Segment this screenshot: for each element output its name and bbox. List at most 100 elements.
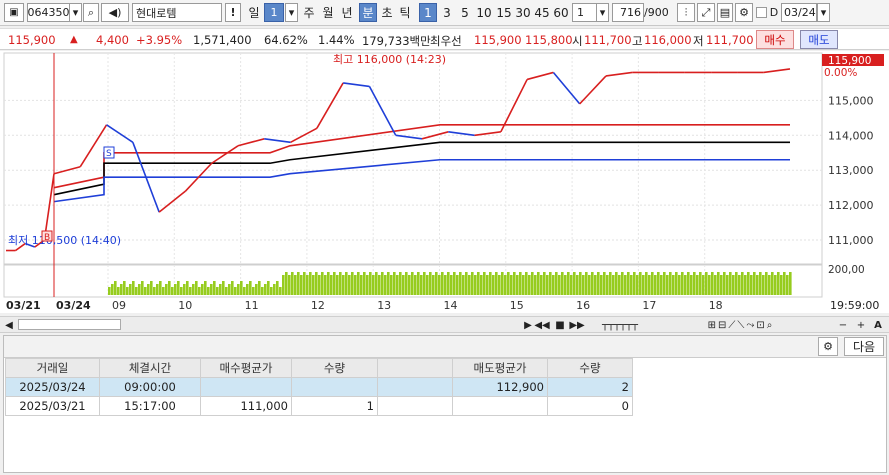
period-week-button[interactable]: 주 xyxy=(301,3,317,22)
price-chart[interactable]: 115,000 114,000 113,000 112,000 111,000 09 10… xyxy=(0,51,889,313)
save-icon[interactable]: ▤ xyxy=(717,3,733,22)
period-second-button[interactable]: 초 xyxy=(379,3,395,22)
trade-history-table: 거래일 체결시간 매수평균가 수량 매도평균가 수량 2025/03/24 09… xyxy=(5,358,633,416)
volume-bar xyxy=(420,275,423,295)
x-tick-label: 11 xyxy=(245,299,259,312)
code-dropdown-icon[interactable]: ▾ xyxy=(70,3,82,22)
table-row[interactable]: 2025/03/24 09:00:00 112,900 2 xyxy=(5,377,633,397)
rewind-icon[interactable]: ◀◀ xyxy=(534,318,549,332)
scroll-right-icon[interactable]: ▶ xyxy=(522,318,534,332)
play-icon[interactable]: ▶▶ xyxy=(569,318,584,332)
trade-amount: 179,733백만 xyxy=(362,34,431,48)
volume-bar xyxy=(669,272,672,295)
period-month-button[interactable]: 월 xyxy=(320,3,336,22)
minute-10-button[interactable]: 10 xyxy=(475,3,493,22)
search-icon[interactable]: ⌕ xyxy=(83,3,99,22)
minute-60-button[interactable]: 60 xyxy=(552,3,570,22)
volume-bar xyxy=(672,275,675,295)
low-price: 111,700 xyxy=(706,33,754,47)
minute-5-button[interactable]: 5 xyxy=(457,3,473,22)
stop-icon[interactable]: ■ xyxy=(554,318,566,332)
chart-svg[interactable]: 115,000 114,000 113,000 112,000 111,000 09 10… xyxy=(0,51,889,313)
chart-scroll-bar[interactable]: ◀ ▶ ◀◀ ■ ▶▶ ┬┬┬┬┬┬ ⊞⊟⟋⟍⤳⊡⌕ − + A xyxy=(0,316,889,333)
zoom-out-icon[interactable]: − xyxy=(838,318,848,332)
volume-bar xyxy=(147,284,150,295)
volume-bar xyxy=(234,287,237,295)
x-tick-label: 15 xyxy=(510,299,524,312)
settings-icon[interactable]: ⚙ xyxy=(735,3,753,22)
table-row[interactable]: 2025/03/21 15:17:00 111,000 1 0 xyxy=(5,396,633,416)
volume: 1,571,400 xyxy=(193,33,252,47)
cell-sell-qty: 0 xyxy=(547,396,633,416)
volume-bar xyxy=(108,287,111,295)
period-tick-button[interactable]: 틱 xyxy=(397,3,413,22)
volume-bar xyxy=(480,275,483,295)
period-num-field[interactable]: 1 xyxy=(264,3,284,22)
cell-sell-qty: 2 xyxy=(547,377,633,397)
next-button[interactable]: 다음 xyxy=(844,337,884,356)
minute-1-button[interactable]: 1 xyxy=(419,3,437,22)
volume-bar xyxy=(372,275,375,295)
volume-bar xyxy=(591,272,594,295)
ruler-tool-icon[interactable]: ┬┬┬┬┬┬ xyxy=(590,318,650,332)
volume-bar xyxy=(780,275,783,295)
stock-code-field[interactable]: 064350 xyxy=(27,3,70,22)
volume-bar xyxy=(609,272,612,295)
volume-bar xyxy=(738,275,741,295)
volume-bar xyxy=(720,275,723,295)
minute-30-button[interactable]: 30 xyxy=(514,3,532,22)
minute-45-button[interactable]: 45 xyxy=(533,3,551,22)
volume-bar xyxy=(582,275,585,295)
buy-button[interactable]: 매수 xyxy=(756,30,794,49)
period-dropdown-icon[interactable]: ▾ xyxy=(285,3,298,22)
volume-bar xyxy=(600,275,603,295)
volume-bar xyxy=(210,284,213,295)
d-label: D xyxy=(769,6,779,19)
change-percent: +3.95% xyxy=(136,33,183,47)
volume-bar xyxy=(174,284,177,295)
volume-bar xyxy=(426,275,429,295)
high-label: 고 xyxy=(632,34,643,48)
stock-name-field[interactable]: 현대로템 xyxy=(132,3,222,22)
x-tick-label: 10 xyxy=(178,299,192,312)
volume-bar xyxy=(342,275,345,295)
d-checkbox[interactable] xyxy=(756,7,767,18)
best-ask: 115,900 xyxy=(474,33,522,47)
grid-settings-icon[interactable]: ⚙ xyxy=(818,337,838,356)
cell-buy-avg: 111,000 xyxy=(200,396,292,416)
period-year-button[interactable]: 년 xyxy=(339,3,355,22)
volume-bar xyxy=(255,284,258,295)
volume-bar xyxy=(621,272,624,295)
draw-tool-icon[interactable]: ⤢ xyxy=(697,3,715,22)
volume-bar xyxy=(507,272,510,295)
sell-button[interactable]: 매도 xyxy=(800,30,838,49)
sound-icon[interactable]: ◀) xyxy=(101,3,129,22)
volume-bar xyxy=(183,284,186,295)
sell-marker-label: S xyxy=(106,149,112,159)
count-field[interactable]: 716 xyxy=(612,3,644,22)
volume-bar xyxy=(450,275,453,295)
x-tick-label: 12 xyxy=(311,299,325,312)
volume-bar xyxy=(765,272,768,295)
interval-dropdown-icon[interactable]: ▾ xyxy=(596,3,609,22)
minute-3-button[interactable]: 3 xyxy=(439,3,455,22)
calendar-icon[interactable]: ▾ xyxy=(817,3,830,22)
minute-15-button[interactable]: 15 xyxy=(495,3,513,22)
date-field[interactable]: 03/24 xyxy=(781,3,817,22)
interval-field[interactable]: 1 xyxy=(572,3,597,22)
window-icon[interactable]: ▣ xyxy=(4,3,24,22)
volume-bar xyxy=(129,284,132,295)
candle-tool-icon[interactable]: ⫶ xyxy=(677,3,695,22)
volume-bar xyxy=(291,272,294,295)
zoom-in-icon[interactable]: + xyxy=(856,318,866,332)
time-end: 19:59:00 xyxy=(830,299,879,312)
scroll-thumb[interactable] xyxy=(18,319,121,330)
font-size-icon[interactable]: A xyxy=(872,318,884,332)
period-minute-button[interactable]: 분 xyxy=(359,3,377,22)
volume-bar xyxy=(423,272,426,295)
scroll-left-icon[interactable]: ◀ xyxy=(4,318,14,332)
drawing-tools-icon[interactable]: ⊞⊟⟋⟍⤳⊡⌕ xyxy=(666,318,816,332)
period-day-button[interactable]: 일 xyxy=(244,3,264,22)
alert-button[interactable]: ! xyxy=(225,3,241,22)
volume-bar xyxy=(702,275,705,295)
